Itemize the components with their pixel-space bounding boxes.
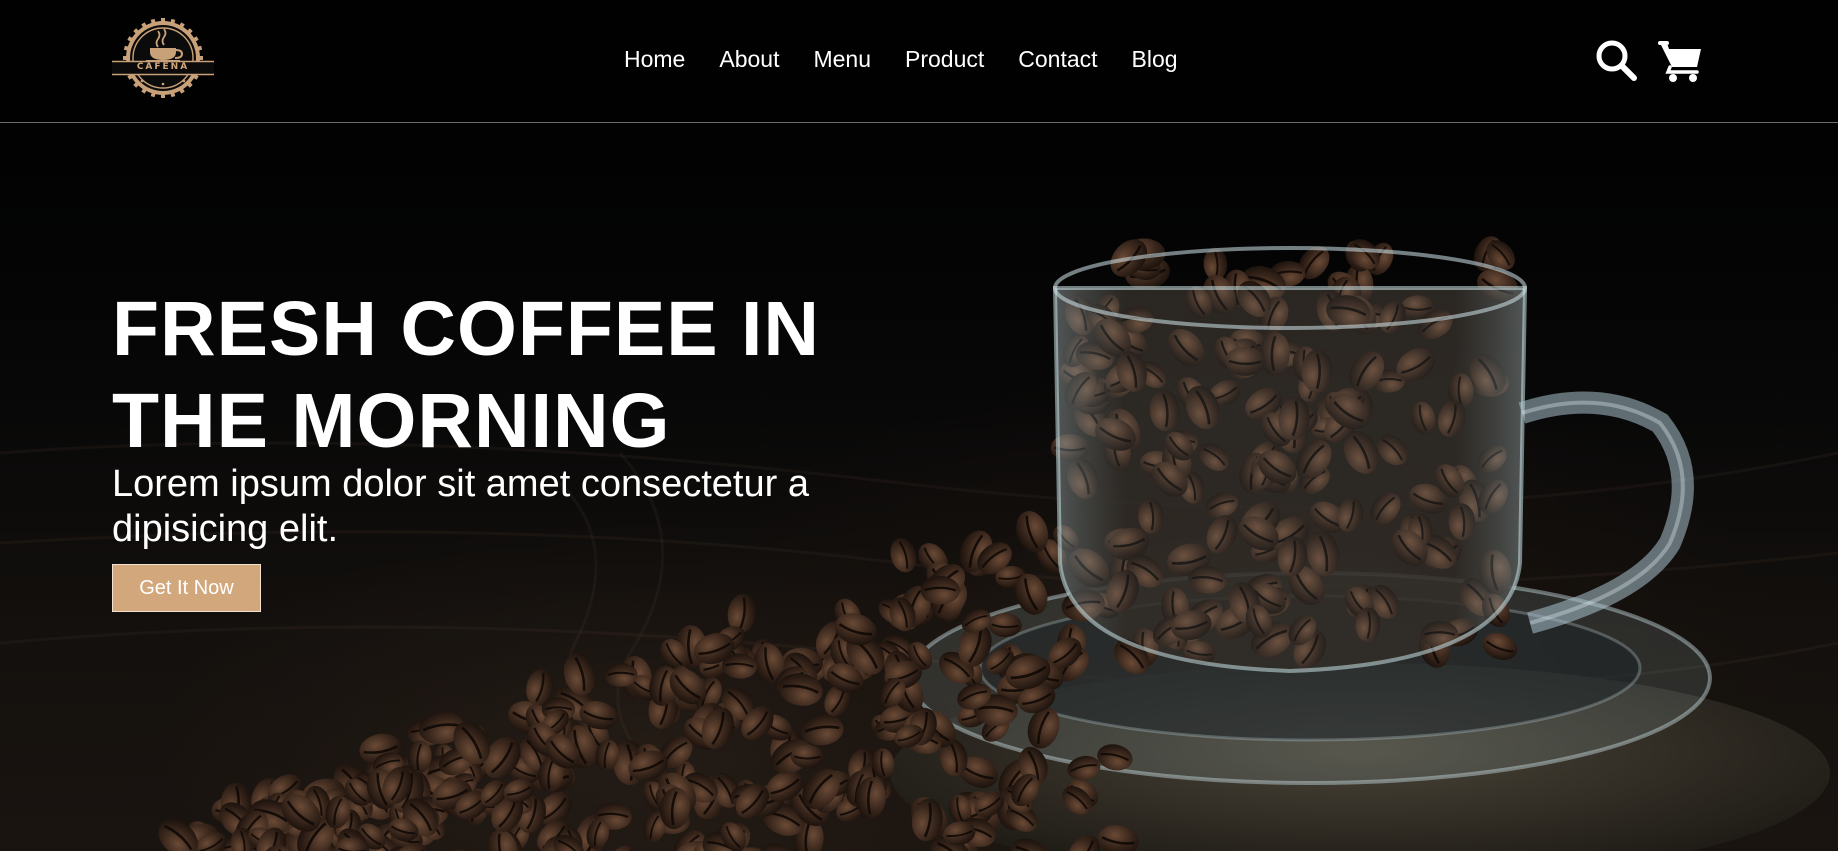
hero-title: FRESH COFFEE IN THE MORNING (112, 286, 821, 464)
nav-item-menu[interactable]: Menu (813, 44, 871, 74)
landing-page: CAFENA Home About Menu Product Contact B… (0, 0, 1838, 851)
nav-item-home[interactable]: Home (624, 44, 685, 74)
cart-button[interactable] (1658, 38, 1704, 84)
logo-wordmark: CAFENA (136, 62, 190, 72)
main-navigation: Home About Menu Product Contact Blog (624, 44, 1178, 74)
search-icon (1596, 40, 1637, 81)
hero-section: FRESH COFFEE IN THE MORNING Lorem ipsum … (0, 123, 1838, 851)
nav-item-blog[interactable]: Blog (1132, 44, 1178, 74)
shopping-cart-icon (1658, 41, 1701, 82)
coffee-cup-logo-icon (112, 18, 214, 98)
search-button[interactable] (1594, 38, 1640, 84)
cafena-logo[interactable]: CAFENA (112, 17, 214, 99)
nav-item-contact[interactable]: Contact (1018, 44, 1097, 74)
get-it-now-button[interactable]: Get It Now (112, 564, 261, 612)
hero-subtitle: Lorem ipsum dolor sit amet consectetur a… (112, 463, 809, 550)
site-header: CAFENA Home About Menu Product Contact B… (0, 0, 1838, 123)
nav-item-product[interactable]: Product (905, 44, 984, 74)
nav-item-about[interactable]: About (719, 44, 779, 74)
